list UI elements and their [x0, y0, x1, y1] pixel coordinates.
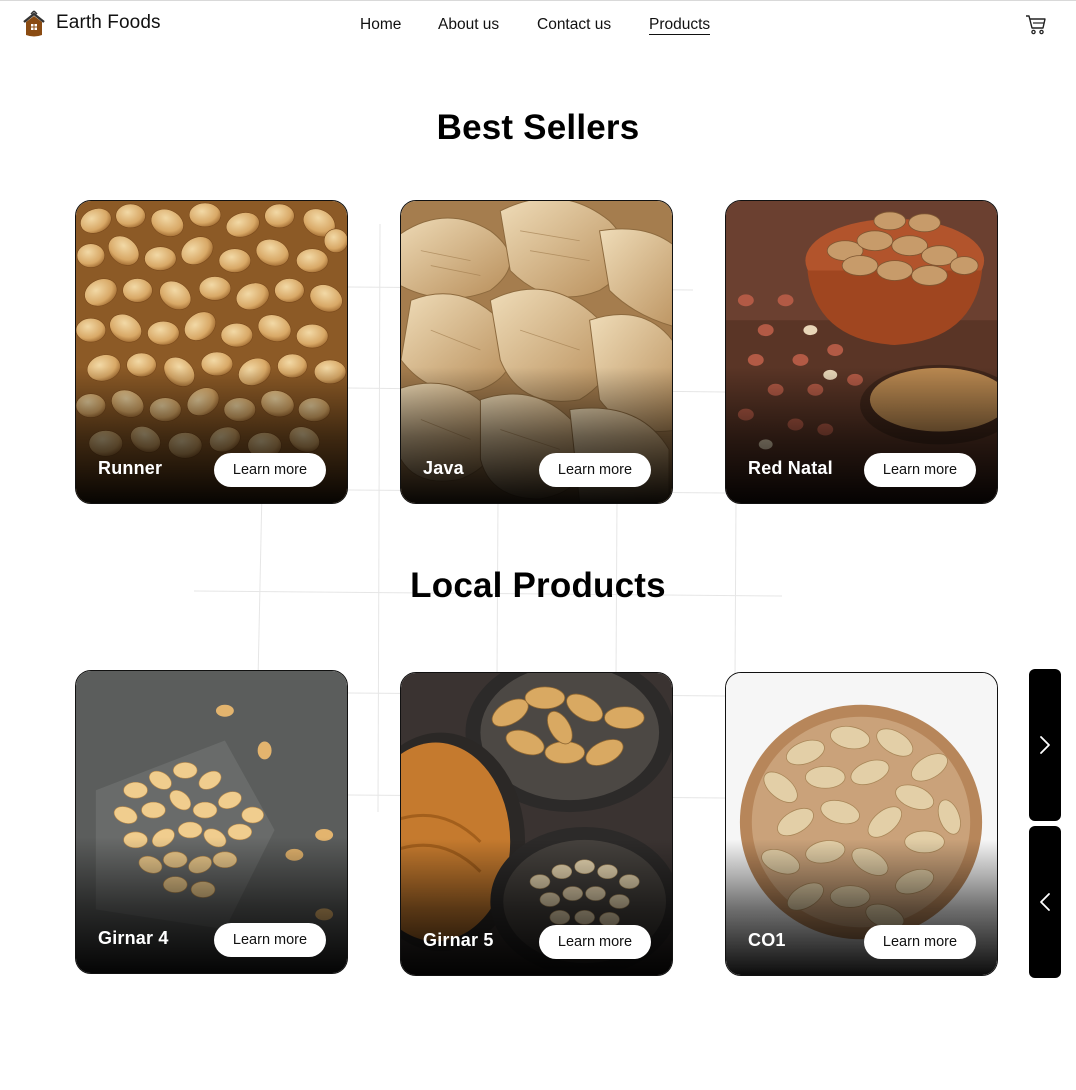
top-navbar: Earth Foods Home About us Contact us Pro…: [0, 0, 1076, 48]
learn-more-button[interactable]: Learn more: [214, 453, 326, 487]
learn-more-button[interactable]: Learn more: [864, 925, 976, 959]
product-name: Girnar 4: [98, 928, 169, 948]
product-card-girnar-4[interactable]: Girnar 4 Learn more: [75, 670, 348, 974]
best-sellers-title: Best Sellers: [436, 108, 640, 147]
nav-home-link[interactable]: Home: [360, 15, 401, 35]
product-card-java[interactable]: Java Learn more: [400, 200, 673, 504]
learn-more-button[interactable]: Learn more: [539, 453, 651, 487]
nav-products-link[interactable]: Products: [649, 15, 711, 35]
nav-about-link[interactable]: About us: [438, 15, 499, 35]
product-card-runner[interactable]: Runner Learn more: [75, 200, 348, 504]
product-card-red-natal[interactable]: Red Natal Learn more: [725, 200, 998, 504]
nav-contact-link[interactable]: Contact us: [537, 15, 611, 35]
brand-name: Earth Foods: [56, 12, 161, 33]
chevron-left-icon: [1040, 893, 1050, 911]
slider-prev-button[interactable]: [1029, 826, 1061, 978]
learn-more-button[interactable]: Learn more: [864, 453, 976, 487]
product-name: CO1: [748, 930, 786, 950]
cart-icon[interactable]: [1025, 14, 1047, 36]
house-logo-icon: [23, 10, 45, 37]
product-card-girnar-5[interactable]: Girnar 5 Learn more: [400, 672, 673, 976]
chevron-right-icon: [1040, 736, 1050, 754]
product-card-co1[interactable]: CO1 Learn more: [725, 672, 998, 976]
learn-more-button[interactable]: Learn more: [539, 925, 651, 959]
product-name: Runner: [98, 458, 163, 478]
slider-next-button[interactable]: [1029, 669, 1061, 821]
product-name: Girnar 5: [423, 930, 494, 950]
local-products-title: Local Products: [410, 566, 666, 605]
brand[interactable]: Earth Foods: [22, 6, 161, 40]
product-name: Java: [423, 458, 464, 478]
page: Earth Foods Home About us Contact us Pro…: [0, 0, 1076, 1090]
learn-more-button[interactable]: Learn more: [214, 923, 326, 957]
product-name: Red Natal: [748, 458, 833, 478]
